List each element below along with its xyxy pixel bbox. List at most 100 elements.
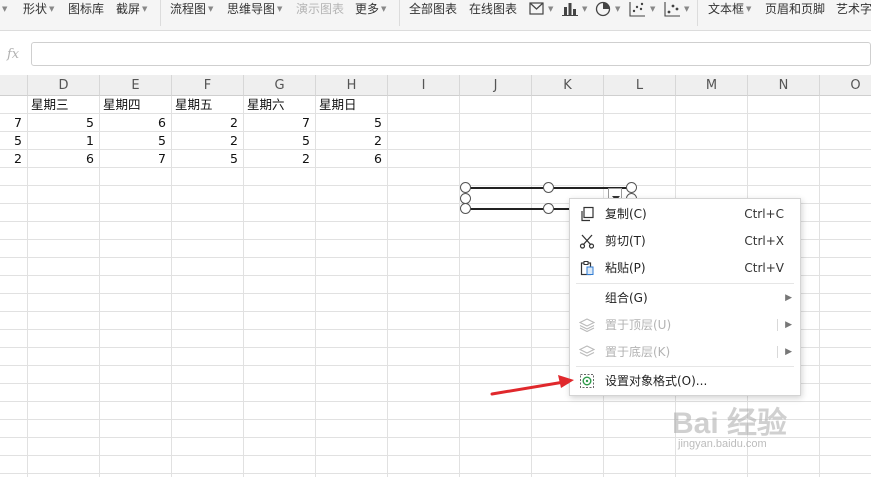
menu-item-label: 粘贴(P) [605, 261, 646, 275]
column-header-h[interactable]: H [316, 75, 388, 96]
online-charts-button[interactable]: 在线图表 [469, 0, 517, 18]
shapes-label: 形状 [23, 2, 48, 16]
menu-item-bring-to-front[interactable]: 置于顶层(U) ▶ [570, 312, 800, 338]
icon-library-button[interactable]: 图标库 [68, 0, 104, 18]
menu-item-label: 复制(C) [605, 207, 647, 221]
menu-item-shortcut: Ctrl+V [744, 261, 784, 275]
menu-item-cut[interactable]: 剪切(T) Ctrl+X [570, 228, 800, 254]
toolbar: ▼ 形状 ▼ 图标库 截屏 ▼ 流程图 ▼ 思维导图 ▼ 演示图表 更多 ▼ 全部图表 在… [0, 0, 871, 31]
column-header-n[interactable]: N [748, 75, 820, 96]
scissors-icon [579, 234, 595, 249]
shapes-menu-button[interactable]: 形状 ▼ [23, 0, 54, 18]
watermark-url: jingyan.baidu.com [678, 438, 767, 450]
cell[interactable]: 2 [172, 132, 244, 150]
menu-item-divider [777, 346, 778, 358]
menu-item-label: 组合(G) [605, 291, 648, 305]
cell[interactable]: 5 [172, 150, 244, 168]
header-cell-wednesday[interactable]: 星期三 [28, 96, 100, 114]
demo-chart-label: 演示图表 [296, 2, 345, 16]
header-footer-button[interactable]: 页眉和页脚 [765, 0, 825, 18]
column-header-partial[interactable] [0, 75, 28, 96]
menu-item-label: 置于顶层(U) [605, 318, 672, 332]
scatter-chart-caret[interactable]: ▼ [648, 0, 655, 18]
context-menu: 复制(C) Ctrl+C 剪切(T) Ctrl+X 粘贴(P) Ctrl+V 组… [569, 198, 801, 396]
column-header-j[interactable]: J [460, 75, 532, 96]
wordart-button[interactable]: 艺术字 [836, 0, 871, 18]
column-header-l[interactable]: L [604, 75, 676, 96]
cell[interactable]: 5 [100, 132, 172, 150]
mail-chart-icon[interactable] [528, 0, 546, 18]
demo-chart-button[interactable]: 演示图表 [296, 0, 344, 18]
cell[interactable] [0, 96, 28, 114]
cell[interactable]: 5 [0, 132, 28, 150]
cell[interactable]: 6 [28, 150, 100, 168]
cell[interactable]: 2 [0, 150, 28, 168]
formula-bar: fx [0, 38, 871, 72]
cell[interactable]: 2 [316, 132, 388, 150]
menu-item-group[interactable]: 组合(G) ▶ [570, 285, 800, 311]
bar-chart-caret[interactable]: ▼ [580, 0, 587, 18]
mail-chart-caret[interactable]: ▼ [546, 0, 553, 18]
cell[interactable]: 5 [316, 114, 388, 132]
column-header-d[interactable]: D [28, 75, 100, 96]
cell[interactable]: 2 [172, 114, 244, 132]
cell[interactable]: 7 [100, 150, 172, 168]
screenshot-button[interactable]: 截屏 ▼ [116, 0, 147, 18]
column-header-f[interactable]: F [172, 75, 244, 96]
header-cell-sunday[interactable]: 星期日 [316, 96, 388, 114]
more-button[interactable]: 更多 ▼ [355, 0, 386, 18]
menu-item-send-to-back[interactable]: 置于底层(K) ▶ [570, 339, 800, 365]
menu-item-copy[interactable]: 复制(C) Ctrl+C [570, 201, 800, 227]
resize-handle[interactable] [460, 182, 471, 193]
format-object-icon [580, 374, 594, 388]
mindmap-button[interactable]: 思维导图 ▼ [227, 0, 282, 18]
column-header-k[interactable]: K [532, 75, 604, 96]
menu-item-shortcut: Ctrl+X [744, 234, 784, 248]
header-cell-friday[interactable]: 星期五 [172, 96, 244, 114]
cell[interactable]: 7 [0, 114, 28, 132]
toolbar-overflow-caret[interactable]: ▼ [0, 0, 7, 18]
cell[interactable]: 6 [316, 150, 388, 168]
column-header-g[interactable]: G [244, 75, 316, 96]
cell[interactable]: 2 [244, 150, 316, 168]
column-header-e[interactable]: E [100, 75, 172, 96]
column-header-o[interactable]: O [820, 75, 871, 96]
scatter-chart-2-icon[interactable] [663, 0, 681, 18]
toolbar-divider [160, 0, 161, 26]
menu-item-paste[interactable]: 粘贴(P) Ctrl+V [570, 255, 800, 281]
menu-item-label: 剪切(T) [605, 234, 646, 248]
bar-chart-icon[interactable] [561, 0, 579, 18]
fx-icon[interactable]: fx [7, 47, 19, 62]
pie-chart-icon[interactable] [594, 0, 612, 18]
header-cell-saturday[interactable]: 星期六 [244, 96, 316, 114]
header-cell-thursday[interactable]: 星期四 [100, 96, 172, 114]
cell[interactable]: 5 [28, 114, 100, 132]
mindmap-label: 思维导图 [227, 2, 276, 16]
textbox-button[interactable]: 文本框 ▼ [708, 0, 751, 18]
cell[interactable]: 5 [244, 132, 316, 150]
resize-handle[interactable] [626, 182, 637, 193]
red-arrow-annotation [490, 375, 574, 396]
menu-item-format-object[interactable]: 设置对象格式(O)... [570, 368, 800, 394]
flowchart-button[interactable]: 流程图 ▼ [170, 0, 213, 18]
menu-item-shortcut: Ctrl+C [744, 207, 784, 221]
send-to-back-icon [579, 345, 595, 357]
resize-handle[interactable] [543, 203, 554, 214]
cell[interactable]: 6 [100, 114, 172, 132]
menu-separator [576, 283, 794, 284]
all-charts-button[interactable]: 全部图表 [409, 0, 457, 18]
resize-handle[interactable] [543, 182, 554, 193]
paste-icon [580, 261, 594, 276]
scatter-chart-2-caret[interactable]: ▼ [682, 0, 689, 18]
pie-chart-caret[interactable]: ▼ [613, 0, 620, 18]
resize-handle[interactable] [460, 203, 471, 214]
column-header-m[interactable]: M [676, 75, 748, 96]
more-label: 更多 [355, 2, 380, 16]
flowchart-label: 流程图 [170, 2, 207, 16]
formula-input[interactable] [31, 42, 871, 66]
cell[interactable]: 7 [244, 114, 316, 132]
copy-icon [581, 206, 594, 222]
scatter-chart-icon[interactable] [628, 0, 646, 18]
cell[interactable]: 1 [28, 132, 100, 150]
column-header-i[interactable]: I [388, 75, 460, 96]
